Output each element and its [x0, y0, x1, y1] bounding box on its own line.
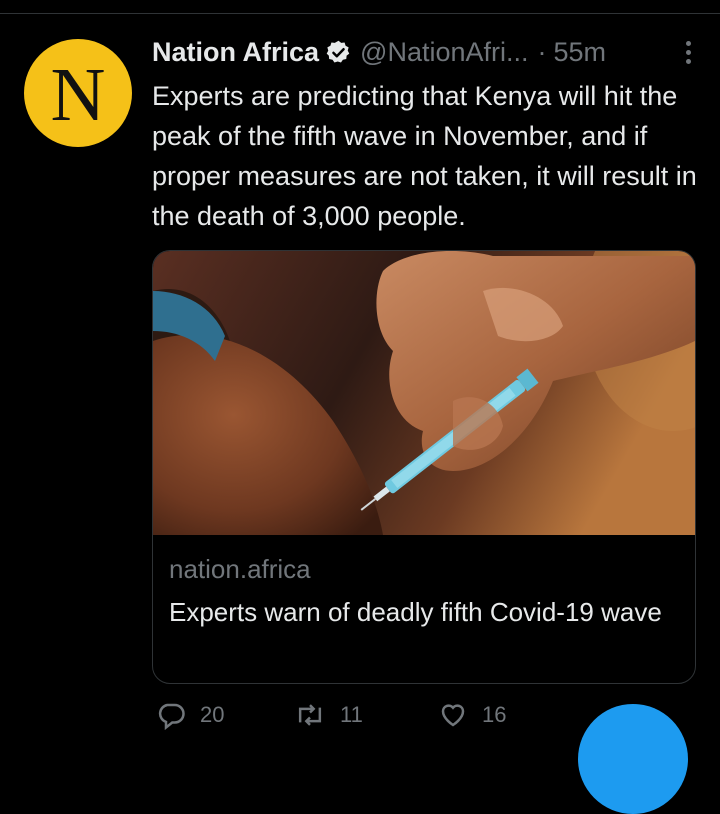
verified-badge-icon	[325, 39, 352, 66]
reply-icon	[158, 703, 185, 730]
retweet-button[interactable]: 11	[294, 700, 363, 730]
link-card[interactable]: nation.africa Experts warn of deadly fif…	[152, 250, 696, 684]
like-button[interactable]: 16	[438, 700, 506, 730]
compose-button[interactable]	[578, 704, 688, 814]
card-title: Experts warn of deadly fifth Covid-19 wa…	[169, 597, 662, 627]
tweet-text: Experts are predicting that Kenya will h…	[152, 81, 697, 231]
header-separator: ·	[537, 36, 547, 67]
card-image	[153, 251, 695, 535]
reply-count: 20	[200, 702, 225, 727]
heart-icon	[441, 704, 465, 727]
top-divider	[0, 0, 720, 14]
retweet-count: 11	[340, 702, 363, 727]
avatar-logo-letter: N	[50, 53, 106, 137]
reply-button[interactable]: 20	[156, 700, 224, 730]
like-count: 16	[482, 702, 507, 727]
tweet-header: Nation Africa @NationAfri... · 55m	[152, 32, 698, 72]
author-handle[interactable]: @NationAfri...	[360, 37, 528, 68]
more-vertical-icon[interactable]	[678, 37, 698, 67]
retweet-icon	[298, 704, 322, 726]
tweet-timestamp[interactable]: 55m	[554, 37, 607, 68]
avatar[interactable]: N	[24, 39, 132, 147]
card-domain: nation.africa	[169, 554, 311, 584]
author-name[interactable]: Nation Africa	[152, 37, 319, 68]
